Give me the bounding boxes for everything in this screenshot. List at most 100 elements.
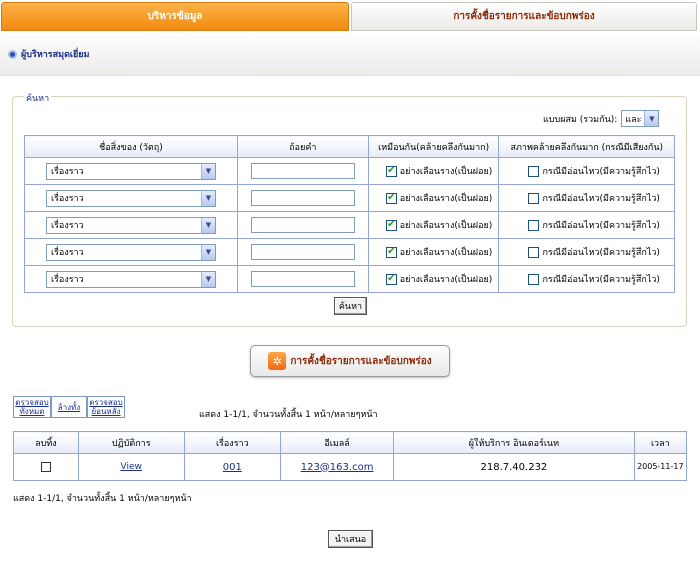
- fuzzy-cell: กรณีมีอ่อนไหว(มีความรู้สึกไว): [498, 184, 675, 212]
- header-action: ปฏิบัติการ: [77, 431, 185, 454]
- exact-option: ✔ อย่างเลือนราง(เป็นฝอย): [370, 245, 498, 259]
- isp-cell: 218.7.40.232: [393, 453, 635, 481]
- search-legend: ค้นหา: [24, 91, 52, 105]
- field-select-value: เรื่องราว: [51, 248, 84, 258]
- exact-checkbox[interactable]: ✔: [385, 192, 397, 204]
- naming-defects-button[interactable]: ✲ การคั้งชื่อรายการและข้อบกพร่อง: [250, 345, 450, 377]
- header-fuzzy: สภาพคล้ายคลึงกันมาก (กรณีมีเสียงกัน): [498, 135, 675, 158]
- field-select[interactable]: เรื่องราว ▼: [46, 189, 216, 207]
- action-cell: View: [77, 453, 185, 481]
- exact-cell: ✔ อย่างเลือนราง(เป็นฝอย): [367, 184, 500, 212]
- time-cell: 2005-11-17: [633, 453, 688, 481]
- fuzzy-checkbox[interactable]: [528, 192, 540, 204]
- exact-checkbox[interactable]: ✔: [385, 165, 397, 177]
- fuzzy-label: กรณีมีอ่อนไหว(มีความรู้สึกไว): [542, 248, 660, 258]
- results-table: ลบทิ้ง ปฏิบัติการ เรื่องราว อีเมลล์ ผู้ใ…: [13, 431, 688, 481]
- fuzzy-checkbox[interactable]: [528, 219, 540, 231]
- email-cell: 123@163.com: [279, 453, 395, 481]
- exact-option: ✔ อย่างเลือนราง(เป็นฝอย): [370, 164, 498, 178]
- search-row: เรื่องราว ▼ ✔ อย่างเลือนราง(เป็นฝอย) กรณีมีอ…: [24, 238, 675, 266]
- keyword-input[interactable]: [250, 163, 355, 179]
- exact-option: ✔ อย่างเลือนราง(เป็นฝอย): [370, 218, 498, 232]
- table-row: View 001 123@163.com 218.7.40.232 2005-11-17: [13, 453, 688, 481]
- delete-cell: [13, 453, 79, 481]
- search-row: เรื่องราว ▼ ✔ อย่างเลือนราง(เป็นฝอย) กรณีมีอ…: [24, 211, 675, 239]
- field-cell: เรื่องราว ▼: [24, 211, 238, 239]
- header-band: [0, 31, 700, 76]
- search-row: เรื่องราว ▼ ✔ อย่างเลือนราง(เป็นฝอย) กรณีมีอ…: [24, 265, 675, 293]
- fuzzy-option: กรณีมีอ่อนไหว(มีความรู้สึกไว): [500, 164, 673, 178]
- keyword-cell: [236, 211, 369, 239]
- combine-mode: แบบผสม (รวมกัน): และ ▼: [543, 110, 660, 127]
- fuzzy-option: กรณีมีอ่อนไหว(มีความรู้สึกไว): [500, 218, 673, 232]
- clear-all-button[interactable]: ล้างทั้ง: [51, 396, 87, 418]
- search-row: เรื่องราว ▼ ✔ อย่างเลือนราง(เป็นฝอย) กรณีมีอ…: [24, 157, 675, 185]
- header-exact: เหมือนกัน(คล้ายคลึงกันมาก): [367, 135, 500, 158]
- keyword-cell: [236, 265, 369, 293]
- header-keyword: ถ้อยคำ: [236, 135, 369, 158]
- header-isp: ผู้ให้บริการ อินเตอร์เนท: [393, 431, 635, 454]
- field-cell: เรื่องราว ▼: [24, 184, 238, 212]
- pager-info-top: แสดง 1-1/1, จำนวนทั้งสิ้น 1 หน้า/หลายๆหน…: [199, 410, 378, 420]
- page-title: ผู้บริหารสมุดเยี่ยม: [21, 50, 90, 60]
- exact-option: ✔ อย่างเลือนราง(เป็นฝอย): [370, 191, 498, 205]
- pager-info-bottom: แสดง 1-1/1, จำนวนทั้งสิ้น 1 หน้า/หลายๆหน…: [13, 494, 192, 504]
- search-button[interactable]: ค้นหา: [334, 297, 367, 315]
- field-select-value: เรื่องราว: [51, 275, 84, 285]
- time-value: 2005-11-17: [637, 462, 684, 471]
- check-all-button[interactable]: ตรวจสอบทั้งหมด: [13, 396, 51, 418]
- chevron-down-icon: ▼: [201, 271, 215, 287]
- exact-cell: ✔ อย่างเลือนราง(เป็นฝอย): [367, 238, 500, 266]
- header-email: อีเมลล์: [279, 431, 395, 454]
- keyword-cell: [236, 184, 369, 212]
- field-cell: เรื่องราว ▼: [24, 157, 238, 185]
- keyword-cell: [236, 238, 369, 266]
- delete-checkbox[interactable]: [40, 461, 51, 472]
- fuzzy-option: กรณีมีอ่อนไหว(มีความรู้สึกไว): [500, 272, 673, 286]
- email-link[interactable]: 123@163.com: [301, 462, 374, 473]
- reverse-check-button[interactable]: ตรวจสอบย้อนหลัง: [87, 396, 125, 418]
- fuzzy-cell: กรณีมีอ่อนไหว(มีความรู้สึกไว): [498, 157, 675, 185]
- keyword-input[interactable]: [250, 217, 355, 233]
- tab-data-management[interactable]: บริหารข้อมูล: [1, 2, 349, 31]
- field-cell: เรื่องราว ▼: [24, 238, 238, 266]
- header-field: ชื่อสิ่งของ (วัตถุ): [24, 135, 238, 158]
- field-select[interactable]: เรื่องราว ▼: [46, 162, 216, 180]
- submit-button[interactable]: นำเสนอ: [328, 530, 373, 548]
- field-select-value: เรื่องราว: [51, 167, 84, 177]
- isp-value: 218.7.40.232: [480, 461, 548, 473]
- fuzzy-cell: กรณีมีอ่อนไหว(มีความรู้สึกไว): [498, 238, 675, 266]
- header-subject: เรื่องราว: [183, 431, 282, 454]
- combine-mode-label: แบบผสม (รวมกัน):: [543, 114, 618, 125]
- search-criteria-table: ชื่อสิ่งของ (วัตถุ) ถ้อยคำ เหมือนกัน(คล้…: [24, 135, 675, 293]
- exact-checkbox[interactable]: ✔: [385, 273, 397, 285]
- field-select[interactable]: เรื่องราว ▼: [46, 270, 216, 288]
- chevron-down-icon: ▼: [201, 190, 215, 206]
- keyword-input[interactable]: [250, 190, 355, 206]
- exact-label: อย่างเลือนราง(เป็นฝอย): [399, 248, 493, 258]
- keyword-input[interactable]: [250, 271, 355, 287]
- naming-defects-label: การคั้งชื่อรายการและข้อบกพร่อง: [290, 355, 432, 367]
- header-time: เวลา: [633, 431, 688, 454]
- fuzzy-checkbox[interactable]: [528, 273, 540, 285]
- keyword-input[interactable]: [250, 244, 355, 260]
- exact-checkbox[interactable]: ✔: [385, 246, 397, 258]
- chevron-down-icon: ▼: [201, 244, 215, 260]
- exact-checkbox[interactable]: ✔: [385, 219, 397, 231]
- field-select[interactable]: เรื่องราว ▼: [46, 216, 216, 234]
- exact-cell: ✔ อย่างเลือนราง(เป็นฝอย): [367, 265, 500, 293]
- bullet-icon: [8, 49, 17, 59]
- radiation-icon: ✲: [268, 352, 287, 370]
- fuzzy-checkbox[interactable]: [528, 246, 540, 258]
- fuzzy-cell: กรณีมีอ่อนไหว(มีความรู้สึกไว): [498, 265, 675, 293]
- subject-link[interactable]: 001: [223, 462, 242, 473]
- field-cell: เรื่องราว ▼: [24, 265, 238, 293]
- fuzzy-checkbox[interactable]: [528, 165, 540, 177]
- keyword-cell: [236, 157, 369, 185]
- tab-naming-defects[interactable]: การคั้งชื่อรายการและข้อบกพร่อง: [351, 2, 697, 31]
- view-link[interactable]: View: [121, 462, 142, 472]
- combine-mode-select[interactable]: และ ▼: [621, 110, 660, 127]
- exact-option: ✔ อย่างเลือนราง(เป็นฝอย): [370, 272, 498, 286]
- field-select[interactable]: เรื่องราว ▼: [46, 243, 216, 261]
- exact-cell: ✔ อย่างเลือนราง(เป็นฝอย): [367, 211, 500, 239]
